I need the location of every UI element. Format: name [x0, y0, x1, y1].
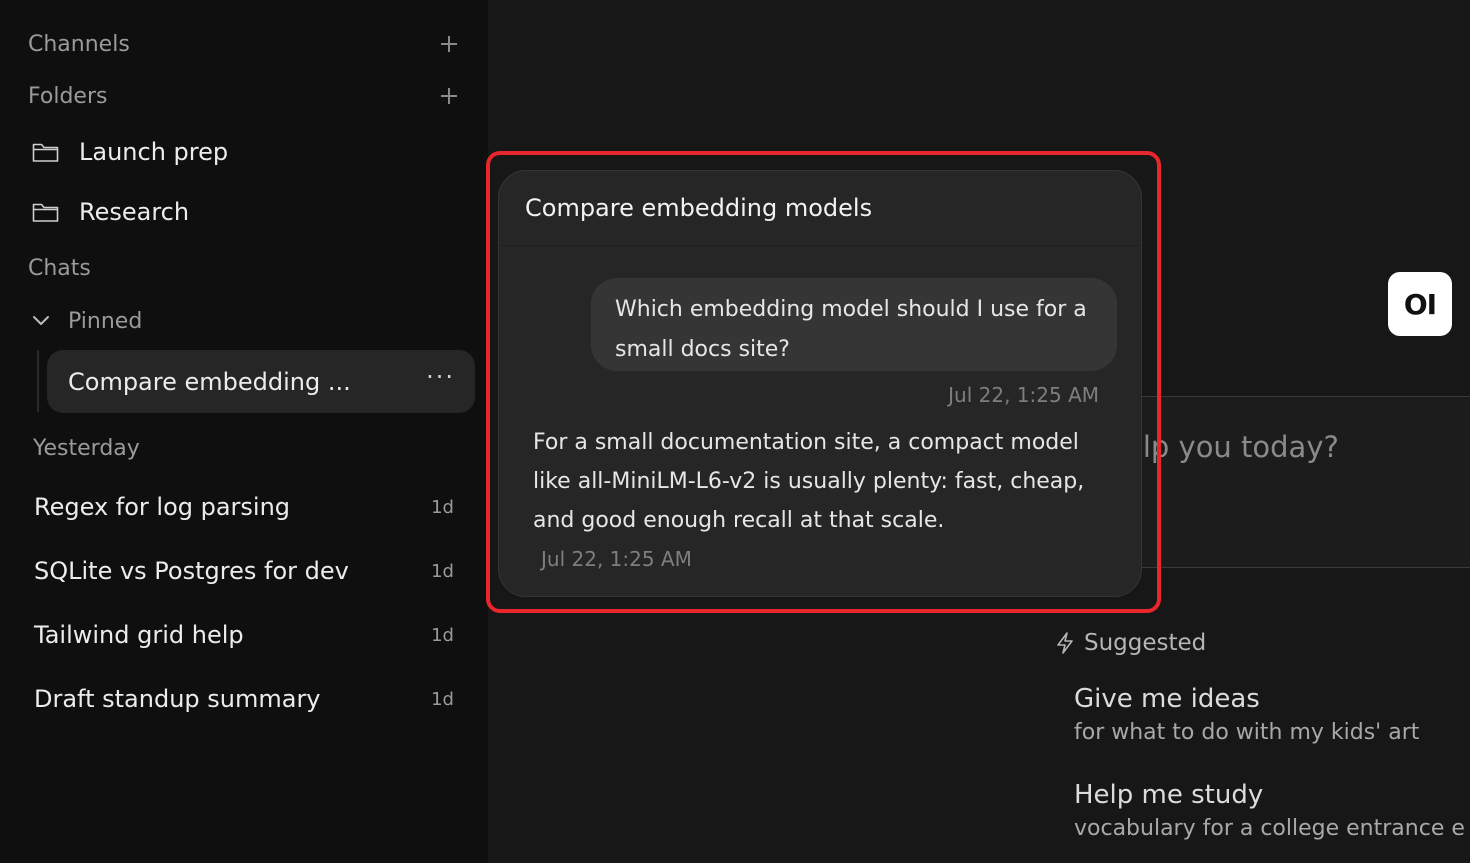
chat-item[interactable]: Draft standup summary 1d	[34, 679, 454, 719]
chat-item[interactable]: Regex for log parsing 1d	[34, 487, 454, 527]
suggestion-item[interactable]: Help me study vocabulary for a college e…	[1074, 780, 1465, 841]
add-folder-plus-icon[interactable]	[441, 88, 457, 104]
folder-item-research[interactable]: Research	[32, 194, 189, 230]
folders-header: Folders	[28, 81, 460, 111]
chat-item[interactable]: SQLite vs Postgres for dev 1d	[34, 551, 454, 591]
bolt-icon	[1057, 632, 1073, 654]
chat-title: Tailwind grid help	[34, 621, 244, 649]
pinned-chat-item[interactable]: Compare embedding ... ···	[47, 350, 475, 413]
folder-item-launch-prep[interactable]: Launch prep	[32, 134, 228, 170]
channels-label: Channels	[28, 31, 130, 57]
chat-title: SQLite vs Postgres for dev	[34, 557, 349, 585]
suggested-header: Suggested	[1056, 628, 1206, 658]
folder-label: Launch prep	[79, 138, 229, 166]
chat-title: Draft standup summary	[34, 685, 321, 713]
chat-age: 1d	[431, 688, 454, 710]
chevron-down-icon	[33, 316, 49, 325]
suggestion-title: Help me study	[1074, 780, 1264, 810]
chats-label: Chats	[28, 255, 91, 281]
suggestion-item[interactable]: Give me ideas for what to do with my kid…	[1074, 684, 1419, 745]
folder-icon	[32, 143, 59, 162]
pinned-label: Pinned	[68, 308, 143, 334]
folders-label: Folders	[28, 83, 108, 109]
chat-age: 1d	[431, 560, 454, 582]
channels-header: Channels	[28, 29, 460, 59]
chat-age: 1d	[431, 496, 454, 518]
sidebar: Channels Folders Launch prep Research Ch…	[0, 0, 488, 863]
suggested-label: Suggested	[1084, 630, 1207, 656]
folder-label: Research	[79, 198, 190, 226]
pinned-chat-title: Compare embedding ...	[68, 367, 351, 396]
suggestion-subtitle: vocabulary for a college entrance e	[1074, 816, 1465, 841]
folder-icon	[32, 203, 59, 222]
suggestion-title: Give me ideas	[1074, 684, 1260, 714]
chats-header: Chats	[28, 253, 460, 283]
app-logo: OI	[1388, 272, 1452, 336]
chat-title: Regex for log parsing	[34, 493, 291, 521]
pinned-toggle[interactable]: Pinned	[32, 306, 142, 336]
suggestion-subtitle: for what to do with my kids' art	[1074, 720, 1420, 745]
group-label-yesterday: Yesterday	[33, 436, 140, 461]
chat-age: 1d	[431, 624, 454, 646]
more-options-icon[interactable]: ···	[426, 363, 455, 391]
chat-item[interactable]: Tailwind grid help 1d	[34, 615, 454, 655]
highlight-annotation-frame	[486, 151, 1161, 613]
add-channel-plus-icon[interactable]	[441, 36, 457, 52]
pinned-guide-line	[37, 350, 39, 412]
